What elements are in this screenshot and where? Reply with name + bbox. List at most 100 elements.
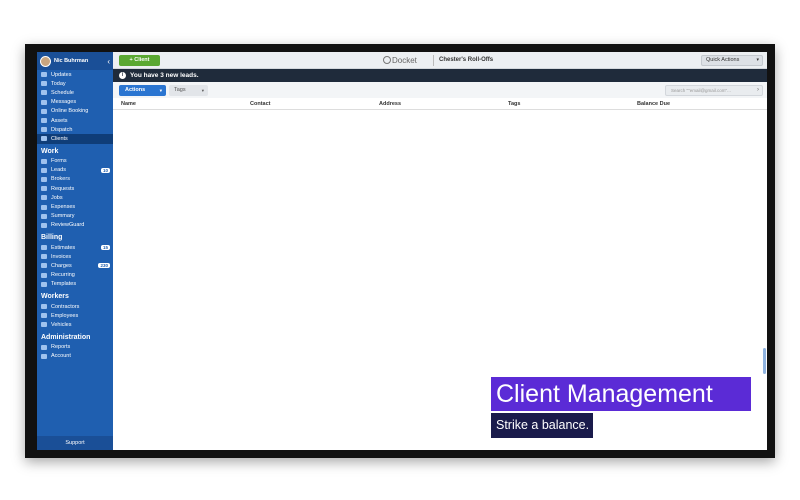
actions-dropdown[interactable]: Actions ▾ xyxy=(119,85,166,96)
sidebar-item-label: Updates xyxy=(51,71,72,78)
dollar-icon xyxy=(41,263,47,269)
sidebar-item-label: Clients xyxy=(51,135,68,142)
sidebar-item-reviewguard[interactable]: ReviewGuard xyxy=(37,221,113,230)
sidebar-item-label: Dispatch xyxy=(51,126,73,133)
count-badge: 15 xyxy=(100,245,110,251)
column-header-tags[interactable]: Tags xyxy=(508,101,520,107)
box-icon xyxy=(41,118,47,124)
sidebar-item-label: Vehicles xyxy=(51,321,72,328)
sidebar-item-vehicles[interactable]: Vehicles xyxy=(37,320,113,329)
sidebar-item-recurring[interactable]: Recurring xyxy=(37,271,113,280)
sidebar-item-employees[interactable]: Employees xyxy=(37,311,113,320)
calendar-icon xyxy=(41,81,47,87)
sidebar-item-jobs[interactable]: Jobs xyxy=(37,193,113,202)
user-menu[interactable]: Nic Buhrman ‹ xyxy=(37,52,113,70)
users-icon xyxy=(41,136,47,142)
sidebar-item-reports[interactable]: Reports xyxy=(37,343,113,352)
hardhat-icon xyxy=(41,304,47,310)
sidebar-item-label: Assets xyxy=(51,117,68,124)
collapse-icon[interactable]: ‹ xyxy=(107,57,110,66)
caption-title: Client Management xyxy=(491,377,751,411)
sidebar-item-label: Invoices xyxy=(51,253,72,260)
support-button[interactable]: Support xyxy=(37,436,113,450)
sidebar-item-templates[interactable]: Templates xyxy=(37,280,113,289)
sidebar-item-contractors[interactable]: Contractors xyxy=(37,302,113,311)
sidebar-item-dispatch[interactable]: Dispatch xyxy=(37,125,113,134)
leads-banner[interactable]: i You have 3 new leads. xyxy=(113,69,767,82)
sidebar-item-leads[interactable]: Leads 10 xyxy=(37,166,113,175)
search-input[interactable]: Search ""email@gmail.com"... › xyxy=(665,85,763,96)
calendar-icon xyxy=(41,90,47,96)
chevron-down-icon: ▾ xyxy=(201,88,204,93)
table-header: Name Contact Address Tags Balance Due xyxy=(113,98,767,110)
sidebar-item-label: Summary xyxy=(51,213,75,220)
sidebar-item-label: Contractors xyxy=(51,303,80,310)
chart-icon xyxy=(41,213,47,219)
sidebar-item-messages[interactable]: Messages xyxy=(37,98,113,107)
count-badge: 10 xyxy=(100,167,110,173)
scrollbar[interactable] xyxy=(763,348,766,374)
column-header-address[interactable]: Address xyxy=(379,101,401,107)
section-administration: Administration xyxy=(41,333,91,341)
gear-icon xyxy=(41,353,47,359)
sidebar-item-summary[interactable]: Summary xyxy=(37,212,113,221)
sidebar-item-label: Expenses xyxy=(51,204,76,211)
top-bar: + Client Docket Chester's Roll-Offs Quic… xyxy=(113,52,767,69)
sidebar-item-estimates[interactable]: Estimates 15 xyxy=(37,243,113,252)
sidebar-item-expenses[interactable]: Expenses xyxy=(37,202,113,211)
tags-label: Tags xyxy=(174,87,186,93)
docket-logo-icon xyxy=(383,56,391,64)
users-icon xyxy=(41,313,47,319)
section-workers: Workers xyxy=(41,292,69,300)
column-header-contact[interactable]: Contact xyxy=(250,101,270,107)
sidebar-item-invoices[interactable]: Invoices xyxy=(37,252,113,261)
sidebar-item-label: Charges xyxy=(51,262,72,269)
section-work: Work xyxy=(41,147,59,155)
sidebar-item-label: Account xyxy=(51,353,71,360)
sidebar-item-requests[interactable]: Requests xyxy=(37,184,113,193)
repeat-icon xyxy=(41,272,47,278)
sidebar: Nic Buhrman ‹ Updates Today Schedule Mes… xyxy=(37,52,113,450)
sidebar-item-label: Online Booking xyxy=(51,108,89,115)
tags-dropdown[interactable]: Tags ▾ xyxy=(169,85,208,96)
sidebar-item-label: ReviewGuard xyxy=(51,222,85,229)
actions-label: Actions xyxy=(125,87,146,93)
form-icon xyxy=(41,158,47,164)
new-client-button[interactable]: + Client xyxy=(119,55,160,66)
sidebar-item-clients[interactable]: Clients xyxy=(37,134,113,144)
sidebar-item-account[interactable]: Account xyxy=(37,352,113,361)
sidebar-item-label: Leads xyxy=(51,167,66,174)
sidebar-item-forms[interactable]: Forms xyxy=(37,157,113,166)
sidebar-item-online-booking[interactable]: Online Booking xyxy=(37,107,113,116)
info-icon: i xyxy=(119,72,126,79)
sidebar-main-group: Updates Today Schedule Messages Online B… xyxy=(37,70,113,144)
truck-icon xyxy=(41,322,47,328)
brand-logo: Docket xyxy=(383,55,417,66)
sidebar-item-today[interactable]: Today xyxy=(37,79,113,88)
column-header-name[interactable]: Name xyxy=(121,101,136,107)
sidebar-item-brokers[interactable]: Brokers xyxy=(37,175,113,184)
sidebar-item-label: Reports xyxy=(51,344,71,351)
report-icon xyxy=(41,344,47,350)
chevron-down-icon: ▾ xyxy=(159,88,162,93)
sidebar-item-label: Jobs xyxy=(51,194,63,201)
star-icon xyxy=(41,222,47,228)
broker-icon xyxy=(41,176,47,182)
sidebar-item-updates[interactable]: Updates xyxy=(37,70,113,79)
column-header-balance[interactable]: Balance Due xyxy=(637,101,670,107)
caption-subtitle: Strike a balance. xyxy=(491,413,593,438)
sidebar-item-label: Today xyxy=(51,80,66,87)
sidebar-item-label: Forms xyxy=(51,158,67,165)
bell-icon xyxy=(41,72,47,78)
sidebar-item-label: Employees xyxy=(51,312,79,319)
brand-name: Docket xyxy=(392,56,417,65)
sidebar-item-charges[interactable]: Charges 230 xyxy=(37,261,113,270)
arrow-right-icon[interactable]: › xyxy=(757,86,759,95)
sidebar-item-schedule[interactable]: Schedule xyxy=(37,88,113,97)
request-icon xyxy=(41,186,47,192)
avatar xyxy=(40,55,51,67)
sidebar-item-assets[interactable]: Assets xyxy=(37,116,113,125)
quick-actions-label: Quick Actions xyxy=(706,57,740,63)
quick-actions-button[interactable]: Quick Actions ▾ xyxy=(701,55,763,66)
sidebar-item-label: Estimates xyxy=(51,244,76,251)
